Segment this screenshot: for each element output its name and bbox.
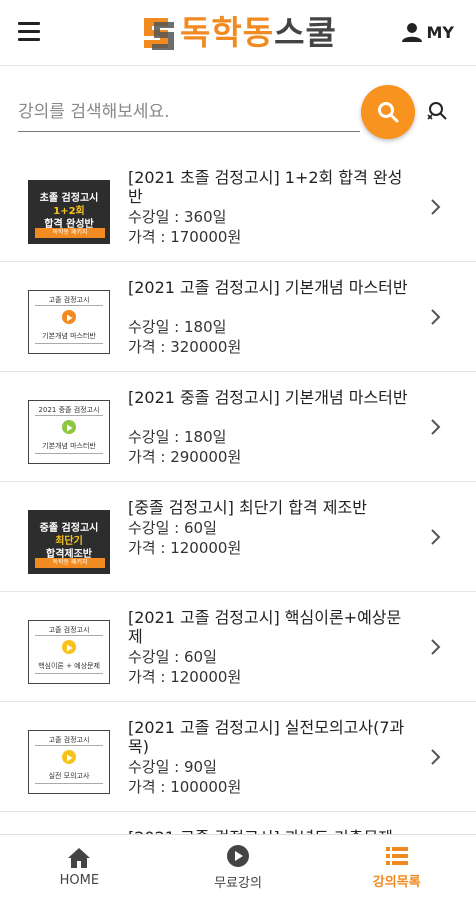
thumbnail-top-text: 고졸 검정고시 [48, 626, 90, 634]
course-price: 가격 : 170000원 [128, 228, 242, 246]
chevron-right-icon[interactable] [430, 748, 442, 766]
search-clear-icon[interactable] [425, 100, 449, 124]
thumbnail-bottom-text: 실전 모의고사 [48, 772, 90, 780]
search-bar [0, 66, 476, 150]
course-period: 수강일 : 60일 [128, 648, 217, 666]
nav-free-lectures[interactable]: 무료강의 [159, 835, 318, 900]
course-title: [2021 고졸 검정고시] 기본개념 마스터반 [128, 278, 408, 297]
course-item[interactable]: 2021 중졸 검정고시기본개념 마스터반 [2021 중졸 검정고시] 기본개념… [0, 372, 476, 482]
thumbnail-divider [35, 305, 103, 306]
chevron-right-icon[interactable] [430, 528, 442, 546]
nav-free-lectures-label: 무료강의 [214, 876, 262, 891]
thumbnail-top-text: 고졸 검정고시 [48, 296, 90, 304]
course-price: 가격 : 120000원 [128, 668, 242, 686]
thumbnail-top-text: 고졸 검정고시 [48, 736, 90, 744]
course-item[interactable]: 고졸 검정고시실전 모의고사 [2021 고졸 검정고시] 실전모의고사(7과목)… [0, 702, 476, 812]
my-page-button[interactable]: MY [402, 22, 454, 42]
logo-text: 독학동스쿨 [180, 13, 337, 53]
chevron-right-icon[interactable] [430, 418, 442, 436]
course-price: 가격 : 100000원 [128, 778, 242, 796]
course-thumbnail: 고졸 검정고시기본개념 마스터반 [28, 290, 110, 354]
search-icon [378, 102, 399, 123]
thumbnail-divider [35, 343, 103, 344]
course-item[interactable]: 고졸 검정고시과년도 기출문제[2021 고졸 검정고시] 과년도 기출문제 [0, 812, 476, 834]
course-period: 수강일 : 60일 [128, 519, 217, 537]
nav-home-label: HOME [59, 873, 100, 888]
course-title: [2021 고졸 검정고시] 핵심이론+예상문제 [128, 608, 402, 646]
course-list: 초졸 검정고시 1+2회 합격 완성반 독학동 패키지 [2021 초졸 검정고시] 1… [0, 152, 476, 834]
thumbnail-top-text: 2021 중졸 검정고시 [38, 406, 100, 414]
thumbnail-divider [35, 673, 103, 674]
list-icon [385, 847, 408, 865]
search-button[interactable] [361, 85, 415, 139]
course-item[interactable]: 중졸 검정고시 최단기 합격제조반 독학동 패키지 [중졸 검정고시] 최단기 합격 제… [0, 482, 476, 592]
search-input[interactable] [18, 92, 360, 132]
thumbnail-band: 독학동 패키지 [35, 558, 105, 568]
course-period: 수강일 : 180일 [128, 428, 227, 446]
top-header: 독학동스쿨 MY [0, 0, 476, 66]
course-title: [2021 초졸 검정고시] 1+2회 합격 완성반 [128, 168, 403, 206]
thumbnail-bottom-text: 핵심이론 + 예상문제 [38, 662, 100, 670]
play-icon [62, 640, 76, 654]
course-period: 수강일 : 360일 [128, 208, 227, 226]
thumbnail-divider [35, 415, 103, 416]
bottom-navigation: HOME 무료강의 강의목록 [0, 834, 476, 900]
course-price: 가격 : 120000원 [128, 539, 242, 557]
play-icon [62, 420, 76, 434]
hamburger-menu-icon[interactable] [18, 22, 48, 44]
course-title: [2021 고졸 검정고시] 실전모의고사(7과목) [128, 718, 405, 756]
course-thumbnail: 고졸 검정고시핵심이론 + 예상문제 [28, 620, 110, 684]
nav-course-list[interactable]: 강의목록 [317, 835, 476, 900]
course-price: 가격 : 290000원 [128, 448, 242, 466]
course-item[interactable]: 초졸 검정고시 1+2회 합격 완성반 독학동 패키지 [2021 초졸 검정고시] 1… [0, 152, 476, 262]
thumbnail-divider [35, 635, 103, 636]
nav-course-list-label: 강의목록 [372, 875, 421, 890]
course-period: 수강일 : 180일 [128, 318, 227, 336]
thumbnail-bottom-text: 기본개념 마스터반 [42, 442, 96, 450]
course-item[interactable]: 고졸 검정고시핵심이론 + 예상문제 [2021 고졸 검정고시] 핵심이론+예상… [0, 592, 476, 702]
course-thumbnail: 초졸 검정고시 1+2회 합격 완성반 독학동 패키지 [28, 180, 110, 244]
course-thumbnail: 2021 중졸 검정고시기본개념 마스터반 [28, 400, 110, 464]
course-item[interactable]: 고졸 검정고시기본개념 마스터반 [2021 고졸 검정고시] 기본개념 마스터반… [0, 262, 476, 372]
course-thumbnail: 중졸 검정고시 최단기 합격제조반 독학동 패키지 [28, 510, 110, 574]
play-icon [62, 750, 76, 764]
my-label: MY [426, 22, 454, 42]
thumbnail-divider [35, 745, 103, 746]
course-period: 수강일 : 90일 [128, 758, 217, 776]
app-root: 독학동스쿨 MY 초졸 검정고시1+2회합격 완성반독학동 패키지 [2021 초… [0, 0, 476, 900]
chevron-right-icon[interactable] [430, 198, 442, 216]
thumbnail-bottom-text: 기본개념 마스터반 [42, 332, 96, 340]
logo-text-secondary: 스쿨 [274, 13, 337, 52]
thumbnail-divider [35, 453, 103, 454]
thumbnail-band: 독학동 패키지 [35, 228, 105, 238]
thumbnail-divider [35, 783, 103, 784]
chevron-right-icon[interactable] [430, 308, 442, 326]
person-icon [402, 23, 423, 42]
home-icon [68, 848, 91, 868]
course-title: [중졸 검정고시] 최단기 합격 제조반 [128, 498, 367, 517]
play-icon [62, 310, 76, 324]
course-price: 가격 : 320000원 [128, 338, 242, 356]
nav-home[interactable]: HOME [0, 835, 159, 900]
course-thumbnail: 고졸 검정고시실전 모의고사 [28, 730, 110, 794]
chevron-right-icon[interactable] [430, 638, 442, 656]
play-circle-icon [227, 845, 249, 867]
logo-text-primary: 독학동 [180, 13, 275, 52]
logo-mark-icon [144, 18, 174, 50]
course-title: [2021 중졸 검정고시] 기본개념 마스터반 [128, 388, 408, 407]
app-logo[interactable]: 독학동스쿨 [140, 12, 337, 54]
